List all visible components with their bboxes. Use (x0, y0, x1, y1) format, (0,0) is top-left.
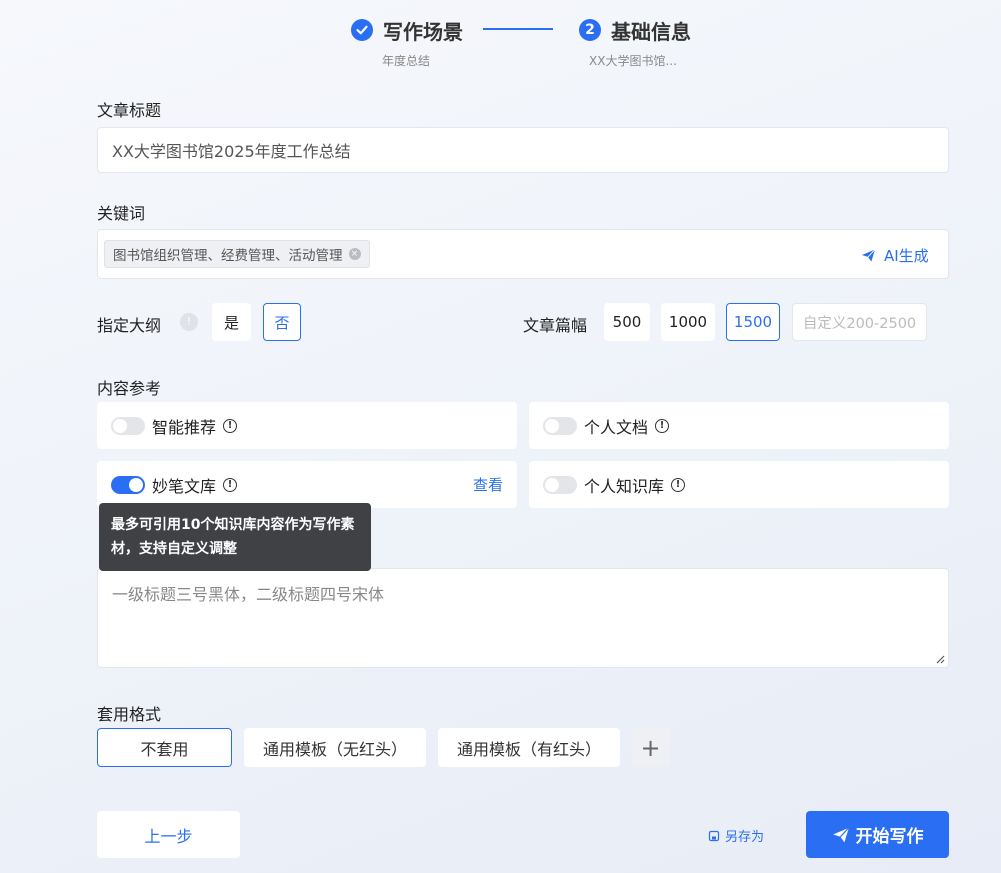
keywords-input[interactable]: 图书馆组织管理、经费管理、活动管理 × (97, 229, 949, 279)
format-option-no-redhead[interactable]: 通用模板（无红头） (244, 728, 426, 767)
length-label: 文章篇幅 (523, 316, 588, 335)
title-input-value: XX大学图书馆2025年度工作总结 (112, 142, 351, 161)
outline-help-icon: ! (180, 313, 198, 331)
ai-generate-button[interactable]: AI生成 (861, 245, 929, 266)
send-icon (832, 826, 849, 842)
outline-yes-option[interactable]: 是 (212, 303, 251, 341)
info-icon[interactable]: ! (671, 477, 686, 492)
send-icon (861, 249, 876, 262)
save-icon (708, 830, 720, 841)
add-format-button[interactable]: + (631, 728, 670, 767)
step-1-check-icon (351, 19, 373, 41)
reference-card-personal-docs: 个人文档 ! (529, 402, 949, 449)
reference-card-knowledge-base: 个人知识库 ! (529, 461, 949, 508)
step-2-title[interactable]: 基础信息 (611, 16, 691, 45)
start-writing-button[interactable]: 开始写作 (806, 811, 949, 858)
save-as-button[interactable]: 另存为 (708, 826, 764, 845)
format-option-none[interactable]: 不套用 (97, 728, 232, 767)
library-label: 妙笔文库 (152, 476, 217, 496)
length-custom-placeholder: 自定义200-2500 (802, 315, 917, 332)
format-label: 套用格式 (97, 705, 162, 724)
length-option-1000[interactable]: 1000 (661, 303, 715, 341)
step-1-subtitle: 年度总结 (382, 54, 431, 68)
title-input[interactable]: XX大学图书馆2025年度工作总结 (97, 127, 949, 173)
requirements-placeholder: 一级标题三号黑体，二级标题四号宋体 (112, 585, 385, 604)
tooltip-text: 最多可引用10个知识库内容作为写作素材，支持自定义调整 (111, 517, 355, 557)
personal-docs-toggle[interactable] (543, 416, 577, 435)
outline-label: 指定大纲 (97, 316, 162, 335)
info-icon[interactable]: ! (655, 418, 670, 433)
reference-card-smart: 智能推荐 ! (97, 402, 517, 449)
outline-no-option[interactable]: 否 (263, 303, 301, 341)
knowledge-base-toggle[interactable] (543, 475, 577, 494)
personal-docs-label: 个人文档 (584, 417, 649, 437)
length-option-1500[interactable]: 1500 (726, 303, 780, 341)
step-connector (483, 28, 553, 30)
title-label: 文章标题 (97, 101, 162, 120)
length-option-500[interactable]: 500 (604, 303, 650, 341)
save-as-label: 另存为 (725, 830, 765, 845)
format-option-redhead[interactable]: 通用模板（有红头） (438, 728, 620, 767)
info-icon[interactable]: ! (223, 477, 238, 492)
length-custom-input[interactable]: 自定义200-2500 (792, 303, 927, 341)
info-icon[interactable]: ! (223, 418, 238, 433)
knowledge-base-label: 个人知识库 (584, 476, 665, 496)
keyword-chip: 图书馆组织管理、经费管理、活动管理 × (104, 240, 370, 268)
step-1-title[interactable]: 写作场景 (383, 16, 463, 45)
smart-recommend-toggle[interactable] (111, 416, 145, 435)
step-2-subtitle: XX大学图书馆... (589, 54, 677, 68)
prev-step-button[interactable]: 上一步 (97, 811, 240, 858)
library-tooltip: 最多可引用10个知识库内容作为写作素材，支持自定义调整 (99, 503, 371, 571)
library-toggle[interactable] (111, 475, 145, 494)
library-view-link[interactable]: 查看 (473, 474, 503, 495)
resize-handle-icon[interactable] (935, 654, 945, 664)
start-writing-label: 开始写作 (855, 827, 924, 847)
references-label: 内容参考 (97, 379, 162, 398)
keyword-chip-text: 图书馆组织管理、经费管理、活动管理 (113, 248, 343, 264)
keywords-label: 关键词 (97, 204, 146, 223)
ai-generate-label: AI生成 (884, 247, 929, 265)
reference-card-library: 妙笔文库 ! 查看 (97, 461, 517, 508)
step-2-number-icon: 2 (579, 19, 601, 41)
smart-recommend-label: 智能推荐 (152, 417, 217, 437)
requirements-textarea[interactable]: 一级标题三号黑体，二级标题四号宋体 (97, 568, 949, 668)
chip-remove-icon[interactable]: × (348, 248, 361, 260)
